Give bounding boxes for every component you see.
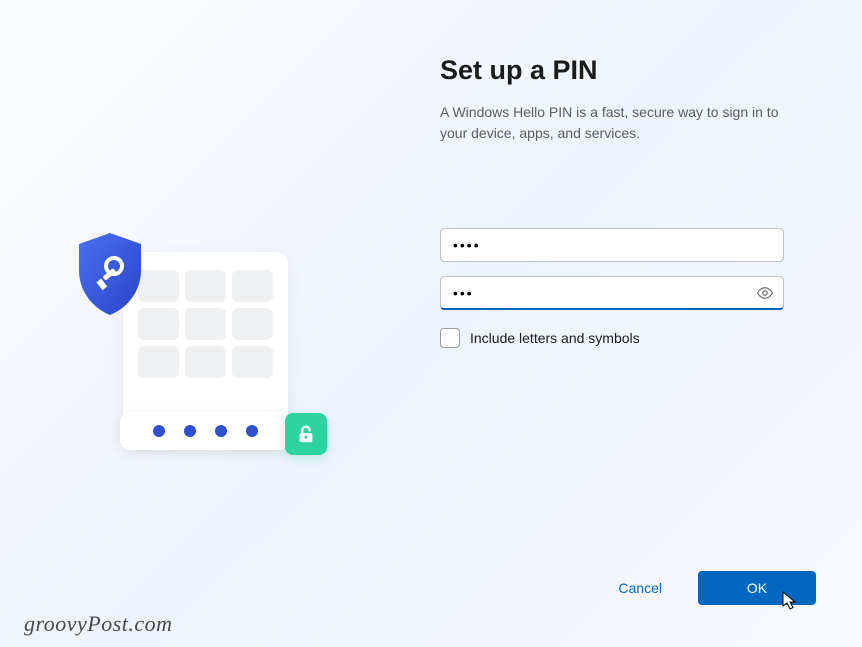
shield-key-icon [71, 230, 149, 318]
pin-dot [153, 425, 165, 437]
keypad-key [138, 346, 179, 378]
pin-dots-bar [120, 412, 290, 450]
reveal-password-icon[interactable] [756, 284, 774, 302]
confirm-pin-input[interactable] [440, 276, 784, 310]
keypad-key [185, 346, 226, 378]
unlock-icon [285, 413, 327, 455]
keypad-key [232, 308, 273, 340]
pin-dot [246, 425, 258, 437]
keypad-key [232, 270, 273, 302]
new-pin-input[interactable] [440, 228, 784, 262]
pin-dot [215, 425, 227, 437]
pin-illustration [75, 234, 305, 454]
checkbox-label: Include letters and symbols [470, 330, 640, 346]
keypad-key [232, 346, 273, 378]
watermark: groovyPost.com [24, 611, 173, 637]
keypad-key [185, 270, 226, 302]
ok-button[interactable]: OK [698, 571, 816, 605]
page-title: Set up a PIN [440, 55, 802, 86]
form-panel: Set up a PIN A Windows Hello PIN is a fa… [380, 0, 862, 647]
illustration-panel [0, 0, 380, 647]
cancel-button[interactable]: Cancel [614, 572, 666, 604]
keypad-key [185, 308, 226, 340]
page-subtitle: A Windows Hello PIN is a fast, secure wa… [440, 102, 780, 144]
include-letters-symbols-checkbox[interactable] [440, 328, 460, 348]
pin-dot [184, 425, 196, 437]
